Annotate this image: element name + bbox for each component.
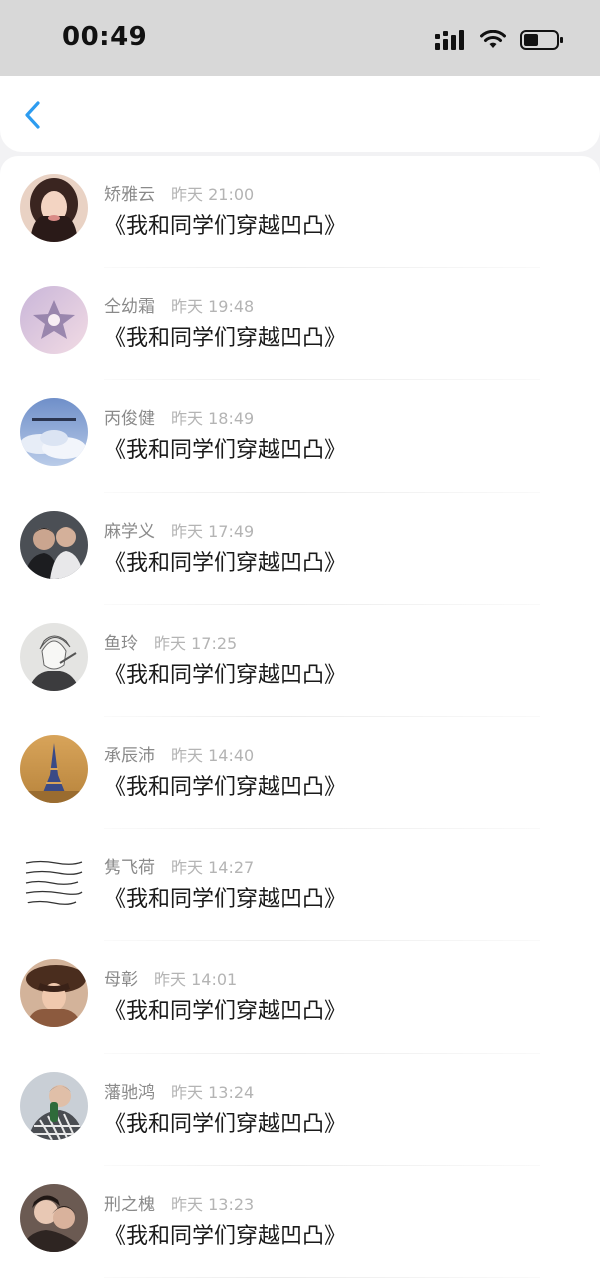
message-row[interactable]: 仝幼霜 昨天 19:48 《我和同学们穿越凹凸》 xyxy=(0,268,600,381)
message-row[interactable]: 承辰沛 昨天 14:40 《我和同学们穿越凹凸》 xyxy=(0,717,600,830)
message-time: 昨天 17:25 xyxy=(154,633,238,653)
sender-name: 丙俊健 xyxy=(104,409,155,430)
message-row[interactable]: 藩驰鸿 昨天 13:24 《我和同学们穿越凹凸》 xyxy=(0,1054,600,1166)
avatar[interactable] xyxy=(20,174,88,242)
message-row[interactable]: 刑之槐 昨天 13:23 《我和同学们穿越凹凸》 xyxy=(0,1166,600,1278)
battery-icon xyxy=(520,30,563,50)
message-row[interactable]: 麻学义 昨天 17:49 《我和同学们穿越凹凸》 xyxy=(0,493,600,605)
avatar[interactable] xyxy=(20,959,88,1028)
sender-name: 矫雅云 xyxy=(104,185,155,205)
wifi-icon xyxy=(480,30,506,48)
message-meta: 刑之槐 昨天 13:23 xyxy=(104,1190,254,1215)
message-text: 《我和同学们穿越凹凸》 xyxy=(104,214,347,239)
sender-name: 刑之槐 xyxy=(104,1194,155,1215)
message-list: 矫雅云 昨天 21:00 《我和同学们穿越凹凸》 仝幼霜 昨天 19:48 《我和 xyxy=(0,156,600,1280)
message-time: 昨天 13:24 xyxy=(171,1082,255,1102)
message-meta: 丙俊健 昨天 18:49 xyxy=(104,404,254,429)
message-meta: 鱼玲 昨天 17:25 xyxy=(104,629,237,654)
avatar[interactable] xyxy=(20,734,88,803)
message-text: 《我和同学们穿越凹凸》 xyxy=(104,1111,347,1137)
message-time: 昨天 18:49 xyxy=(171,409,255,429)
sender-name: 母彰 xyxy=(104,970,138,991)
status-bar: 00:49 xyxy=(0,0,600,76)
message-row[interactable]: 母彰 昨天 14:01 《我和同学们穿越凹凸》 xyxy=(0,941,600,1054)
message-time: 昨天 14:40 xyxy=(171,745,255,765)
chevron-left-icon xyxy=(25,101,40,129)
message-text: 《我和同学们穿越凹凸》 xyxy=(104,774,347,800)
sender-name: 承辰沛 xyxy=(104,745,155,766)
avatar[interactable] xyxy=(20,286,88,355)
avatar[interactable] xyxy=(20,622,88,691)
top-nav-bar xyxy=(0,76,600,152)
sender-name: 仝幼霜 xyxy=(104,297,155,318)
status-time: 00:49 xyxy=(62,22,148,52)
avatar[interactable] xyxy=(20,1183,88,1252)
message-text: 《我和同学们穿越凹凸》 xyxy=(104,438,347,464)
message-meta: 矫雅云 昨天 21:00 xyxy=(104,180,254,205)
avatar[interactable] xyxy=(20,398,88,467)
message-text: 《我和同学们穿越凹凸》 xyxy=(104,1223,347,1249)
message-time: 昨天 14:27 xyxy=(171,858,255,878)
avatar[interactable] xyxy=(20,1071,88,1140)
message-time: 昨天 19:48 xyxy=(171,297,255,317)
message-row[interactable]: 鱼玲 昨天 17:25 《我和同学们穿越凹凸》 xyxy=(0,605,600,717)
sender-name: 鱼玲 xyxy=(104,633,138,654)
avatar[interactable] xyxy=(20,510,88,579)
message-row[interactable]: 矫雅云 昨天 21:00 《我和同学们穿越凹凸》 xyxy=(0,156,600,269)
sender-name: 隽飞荷 xyxy=(104,858,155,879)
message-meta: 隽飞荷 昨天 14:27 xyxy=(104,853,254,878)
message-text: 《我和同学们穿越凹凸》 xyxy=(104,999,347,1025)
message-meta: 麻学义 昨天 17:49 xyxy=(104,517,254,542)
sender-name: 麻学义 xyxy=(104,521,155,542)
message-meta: 母彰 昨天 14:01 xyxy=(104,965,237,990)
back-button[interactable] xyxy=(18,98,50,132)
message-time: 昨天 14:01 xyxy=(154,970,238,990)
message-meta: 藩驰鸿 昨天 13:24 xyxy=(104,1078,254,1103)
message-row[interactable]: 丙俊健 昨天 18:49 《我和同学们穿越凹凸》 xyxy=(0,380,600,493)
message-meta: 承辰沛 昨天 14:40 xyxy=(104,741,254,766)
status-icons xyxy=(434,26,564,54)
message-text: 《我和同学们穿越凹凸》 xyxy=(104,550,347,576)
avatar[interactable] xyxy=(20,847,88,916)
divider xyxy=(104,1276,540,1278)
message-time: 昨天 17:49 xyxy=(171,521,255,541)
message-text: 《我和同学们穿越凹凸》 xyxy=(104,326,347,352)
message-row[interactable]: 隽飞荷 昨天 14:27 《我和同学们穿越凹凸》 xyxy=(0,829,600,942)
message-time: 昨天 13:23 xyxy=(171,1194,255,1214)
signal-icon xyxy=(435,30,464,50)
message-time: 昨天 21:00 xyxy=(171,185,255,204)
sender-name: 藩驰鸿 xyxy=(104,1082,155,1103)
message-text: 《我和同学们穿越凹凸》 xyxy=(104,887,347,913)
message-text: 《我和同学们穿越凹凸》 xyxy=(104,662,347,688)
message-meta: 仝幼霜 昨天 19:48 xyxy=(104,292,254,317)
